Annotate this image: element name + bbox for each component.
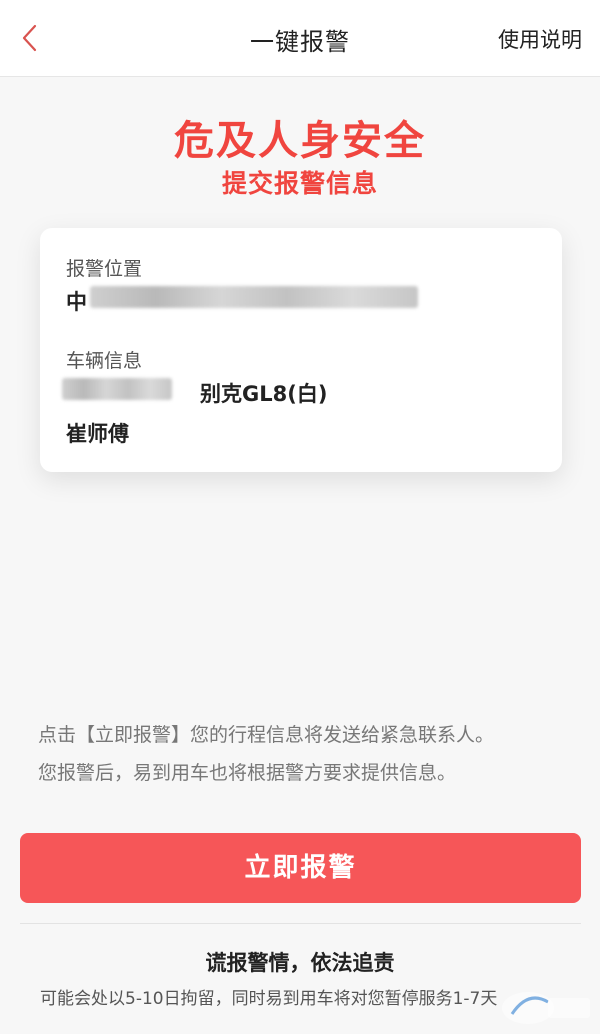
- false-alarm-warning-text: 可能会处以5-10日拘留，同时易到用车将对您暂停服务1-7天: [40, 989, 498, 1009]
- nav-bar: 一键报警 使用说明: [0, 0, 600, 77]
- false-alarm-warning-title: 谎报警情，依法追责: [205, 951, 395, 975]
- divider: [20, 923, 581, 924]
- license-plate-redacted: [62, 378, 172, 400]
- location-value-prefix: 中: [66, 290, 87, 314]
- location-label: 报警位置: [66, 258, 143, 280]
- location-value: 中: [66, 286, 87, 316]
- driver-name: 崔师傅: [66, 422, 129, 446]
- location-redacted: [90, 286, 418, 308]
- headline-subtitle: 提交报警信息: [221, 169, 378, 198]
- watermark-logo: [502, 992, 590, 1024]
- alarm-now-button[interactable]: 立即报警: [20, 833, 581, 903]
- notice-line-1: 点击【立即报警】您的行程信息将发送给紧急联系人。: [38, 724, 495, 746]
- notice-line-2: 您报警后，易到用车也将根据警方要求提供信息。: [38, 762, 457, 784]
- screen: 一键报警 使用说明 危及人身安全 提交报警信息 报警位置 中 车辆信息 别克GL…: [0, 0, 600, 1034]
- alarm-info-card: 报警位置 中 车辆信息 别克GL8(白) 崔师傅: [40, 228, 562, 472]
- instructions-link[interactable]: 使用说明: [498, 24, 582, 54]
- chevron-left-icon: [22, 24, 37, 52]
- vehicle-label: 车辆信息: [66, 350, 143, 372]
- headline-title: 危及人身安全: [174, 118, 426, 164]
- vehicle-model: 别克GL8(白): [200, 382, 328, 406]
- back-button[interactable]: [10, 18, 50, 58]
